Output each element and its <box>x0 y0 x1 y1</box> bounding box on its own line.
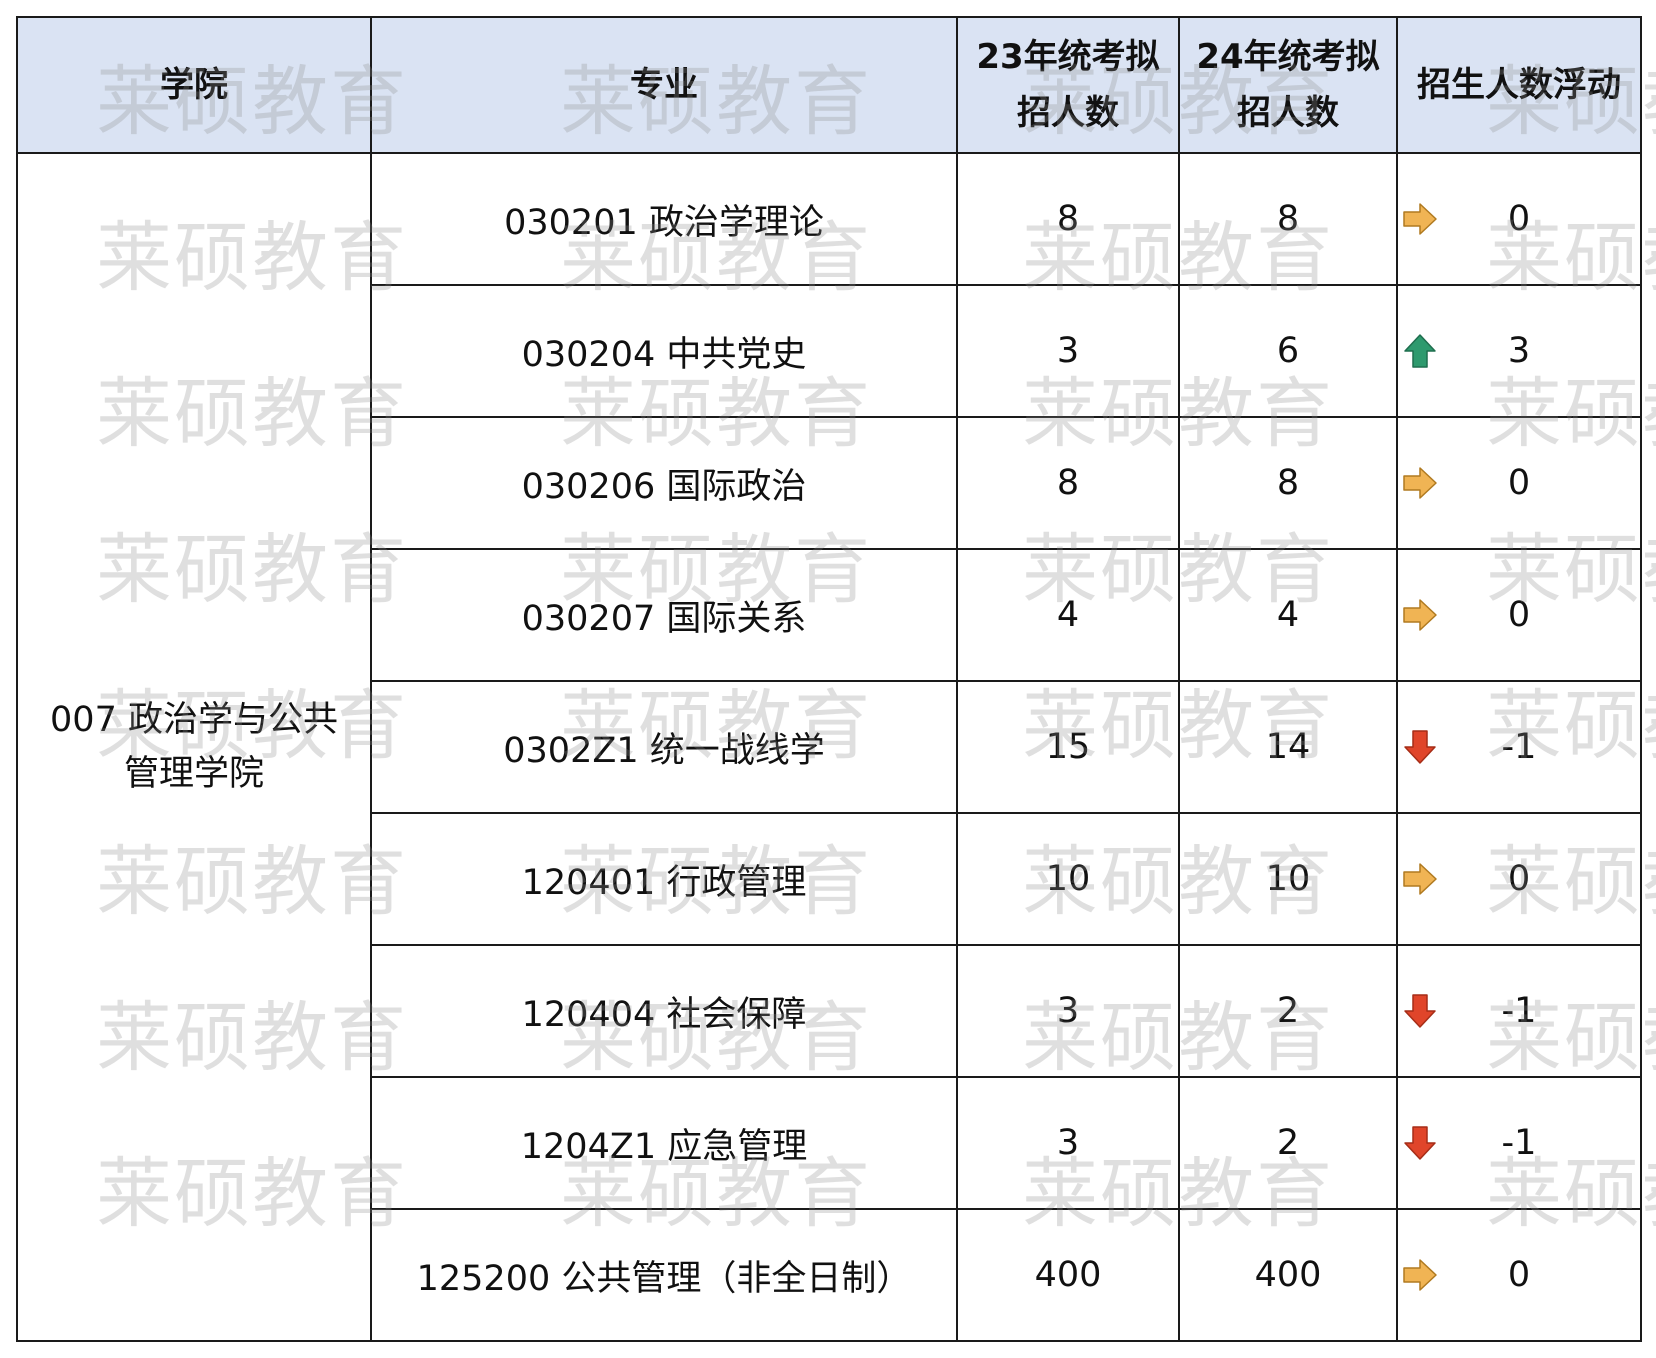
quota-23-cell: 400 <box>956 1208 1180 1342</box>
college-name-line2: 管理学院 <box>123 754 264 794</box>
change-cell: 0 <box>1396 416 1642 550</box>
quota-24-cell: 2 <box>1178 1076 1398 1210</box>
change-value: -1 <box>1501 991 1537 1031</box>
header-quota-24-line2: 招人数 <box>1237 93 1339 133</box>
quota-23-cell: 8 <box>956 152 1180 286</box>
quota-23-cell: 8 <box>956 416 1180 550</box>
change-cell: -1 <box>1396 1076 1642 1210</box>
header-quota-24: 24年统考拟 招人数 <box>1178 16 1398 154</box>
quota-23-cell: 3 <box>956 944 1180 1078</box>
change-value: 0 <box>1507 859 1531 899</box>
header-quota-23-line2: 招人数 <box>1017 93 1119 133</box>
change-value: 0 <box>1507 463 1531 503</box>
major-cell: 1204Z1 应急管理 <box>370 1076 958 1210</box>
major-cell: 030206 国际政治 <box>370 416 958 550</box>
change-cell: 3 <box>1396 284 1642 418</box>
major-cell: 0302Z1 统一战线学 <box>370 680 958 814</box>
major-cell: 125200 公共管理（非全日制） <box>370 1208 958 1342</box>
quota-23-cell: 4 <box>956 548 1180 682</box>
quota-24-cell: 14 <box>1178 680 1398 814</box>
quota-23-cell: 15 <box>956 680 1180 814</box>
admissions-table: 学院 专业 23年统考拟 招人数 24年统考拟 招人数 招生人数浮动 007 政… <box>16 16 1642 1342</box>
college-name-line1: 007 政治学与公共 <box>50 700 338 740</box>
quota-24-cell: 2 <box>1178 944 1398 1078</box>
change-cell: -1 <box>1396 680 1642 814</box>
major-cell: 030207 国际关系 <box>370 548 958 682</box>
admissions-table-container: 学院 专业 23年统考拟 招人数 24年统考拟 招人数 招生人数浮动 007 政… <box>16 16 1642 1342</box>
change-cell: 0 <box>1396 1208 1642 1342</box>
quota-24-cell: 400 <box>1178 1208 1398 1342</box>
quota-24-cell: 6 <box>1178 284 1398 418</box>
table-header-row: 学院 专业 23年统考拟 招人数 24年统考拟 招人数 招生人数浮动 <box>16 16 1642 154</box>
quota-24-cell: 8 <box>1178 152 1398 286</box>
change-value: 0 <box>1507 1255 1531 1295</box>
header-college: 学院 <box>16 16 372 154</box>
change-cell: 0 <box>1396 812 1642 946</box>
change-cell: 0 <box>1396 152 1642 286</box>
header-quota-24-line1: 24年统考拟 <box>1196 37 1380 77</box>
quota-24-cell: 10 <box>1178 812 1398 946</box>
header-change: 招生人数浮动 <box>1396 16 1642 154</box>
change-cell: -1 <box>1396 944 1642 1078</box>
change-value: 3 <box>1507 331 1531 371</box>
college-cell: 007 政治学与公共 管理学院 <box>16 152 372 1342</box>
change-value: 0 <box>1507 595 1531 635</box>
quota-24-cell: 8 <box>1178 416 1398 550</box>
table-body: 007 政治学与公共 管理学院 030201 政治学理论 8 8 0 03020… <box>16 152 1642 1342</box>
header-quota-23-line1: 23年统考拟 <box>976 37 1160 77</box>
table-row: 007 政治学与公共 管理学院 030201 政治学理论 8 8 0 <box>16 152 1642 1342</box>
quota-24-cell: 4 <box>1178 548 1398 682</box>
change-value: -1 <box>1501 727 1537 767</box>
major-cell: 120401 行政管理 <box>370 812 958 946</box>
quota-23-cell: 3 <box>956 284 1180 418</box>
quota-23-cell: 10 <box>956 812 1180 946</box>
major-cell: 120404 社会保障 <box>370 944 958 1078</box>
major-cell: 030204 中共党史 <box>370 284 958 418</box>
change-cell: 0 <box>1396 548 1642 682</box>
header-major: 专业 <box>370 16 958 154</box>
header-quota-23: 23年统考拟 招人数 <box>956 16 1180 154</box>
change-value: 0 <box>1507 199 1531 239</box>
major-cell: 030201 政治学理论 <box>370 152 958 286</box>
quota-23-cell: 3 <box>956 1076 1180 1210</box>
change-value: -1 <box>1501 1123 1537 1163</box>
